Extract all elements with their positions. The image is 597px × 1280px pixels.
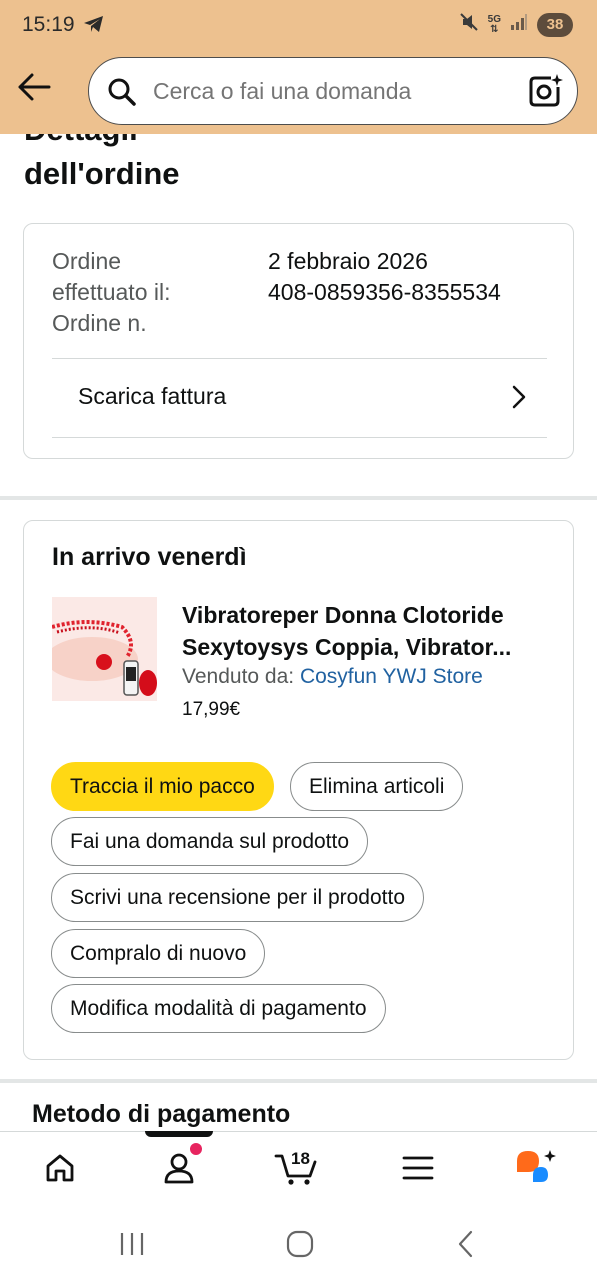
rufus-assistant-icon[interactable] xyxy=(506,1146,566,1190)
network-type: 5G ⇅ xyxy=(487,13,501,35)
menu-icon[interactable] xyxy=(388,1146,448,1190)
telegram-icon xyxy=(83,14,105,39)
home-system-icon[interactable] xyxy=(285,1230,315,1263)
order-number-value: 408-0859356-8355534 xyxy=(268,279,501,305)
order-number-label: Ordine n. xyxy=(52,310,147,336)
top-header: 15:19 5G ⇅ 38 xyxy=(0,0,597,134)
product-title[interactable]: Vibratoreper Donna Clotoride Sexytoysys … xyxy=(182,599,552,663)
product-title-line: Sexytoysys Coppia, Vibrator... xyxy=(182,634,512,660)
chevron-right-icon xyxy=(511,385,527,414)
product-title-line: Vibratoreper Donna Clotoride xyxy=(182,602,504,628)
order-info-card: Ordine effettuato il: Ordine n. 2 febbra… xyxy=(23,223,574,459)
download-invoice-row[interactable]: Scarica fattura xyxy=(52,359,547,437)
system-nav-bar xyxy=(0,1203,597,1280)
section-divider xyxy=(0,496,597,500)
active-tab-indicator xyxy=(145,1131,213,1137)
seller-info: Venduto da: Cosyfun YWJ Store xyxy=(182,665,483,689)
search-input[interactable] xyxy=(153,58,513,124)
divider xyxy=(52,437,547,438)
track-package-button[interactable]: Traccia il mio pacco xyxy=(51,762,274,811)
search-icon xyxy=(107,77,137,112)
notification-dot xyxy=(190,1143,202,1155)
bottom-nav: 18 xyxy=(0,1131,597,1203)
battery-icon: 38 xyxy=(537,12,573,37)
status-bar: 15:19 5G ⇅ 38 xyxy=(0,0,597,52)
delete-items-button[interactable]: Elimina articoli xyxy=(290,762,464,811)
mute-icon xyxy=(459,12,479,37)
order-date-label: Ordine effettuato il: xyxy=(52,248,171,305)
order-date-value: 2 febbraio 2026 xyxy=(268,248,428,274)
write-review-button[interactable]: Scrivi una recensione per il prodotto xyxy=(51,873,425,922)
order-labels: Ordine effettuato il: Ordine n. xyxy=(52,246,222,339)
section-divider xyxy=(0,1079,597,1083)
status-icons: 5G ⇅ 38 xyxy=(459,12,573,37)
seller-link[interactable]: Cosyfun YWJ Store xyxy=(300,665,483,688)
change-payment-button[interactable]: Modifica modalità di pagamento xyxy=(51,984,386,1033)
product-thumbnail[interactable] xyxy=(52,597,157,701)
buy-again-button[interactable]: Compralo di nuovo xyxy=(51,929,266,978)
back-system-icon[interactable] xyxy=(455,1230,477,1263)
home-icon[interactable] xyxy=(30,1146,90,1190)
search-bar[interactable] xyxy=(88,57,578,125)
payment-method-title: Metodo di pagamento xyxy=(32,1100,291,1128)
camera-lens-icon[interactable] xyxy=(527,73,563,114)
ask-question-button[interactable]: Fai una domanda sul prodotto xyxy=(51,817,369,866)
back-arrow-icon[interactable] xyxy=(16,72,56,106)
signal-icon xyxy=(510,13,528,36)
arrival-title: In arrivo venerdì xyxy=(52,543,247,571)
recent-apps-icon[interactable] xyxy=(118,1231,148,1262)
download-invoice-label: Scarica fattura xyxy=(78,383,227,409)
cart-count: 18 xyxy=(291,1149,310,1168)
shipment-card: In arrivo venerdì Vibratoreper Donna Clo… xyxy=(23,520,574,1060)
status-time: 15:19 xyxy=(22,13,75,36)
seller-prefix: Venduto da: xyxy=(182,665,295,688)
product-price: 17,99€ xyxy=(182,699,241,720)
order-values: 2 febbraio 2026 408-0859356-8355534 xyxy=(268,246,501,308)
